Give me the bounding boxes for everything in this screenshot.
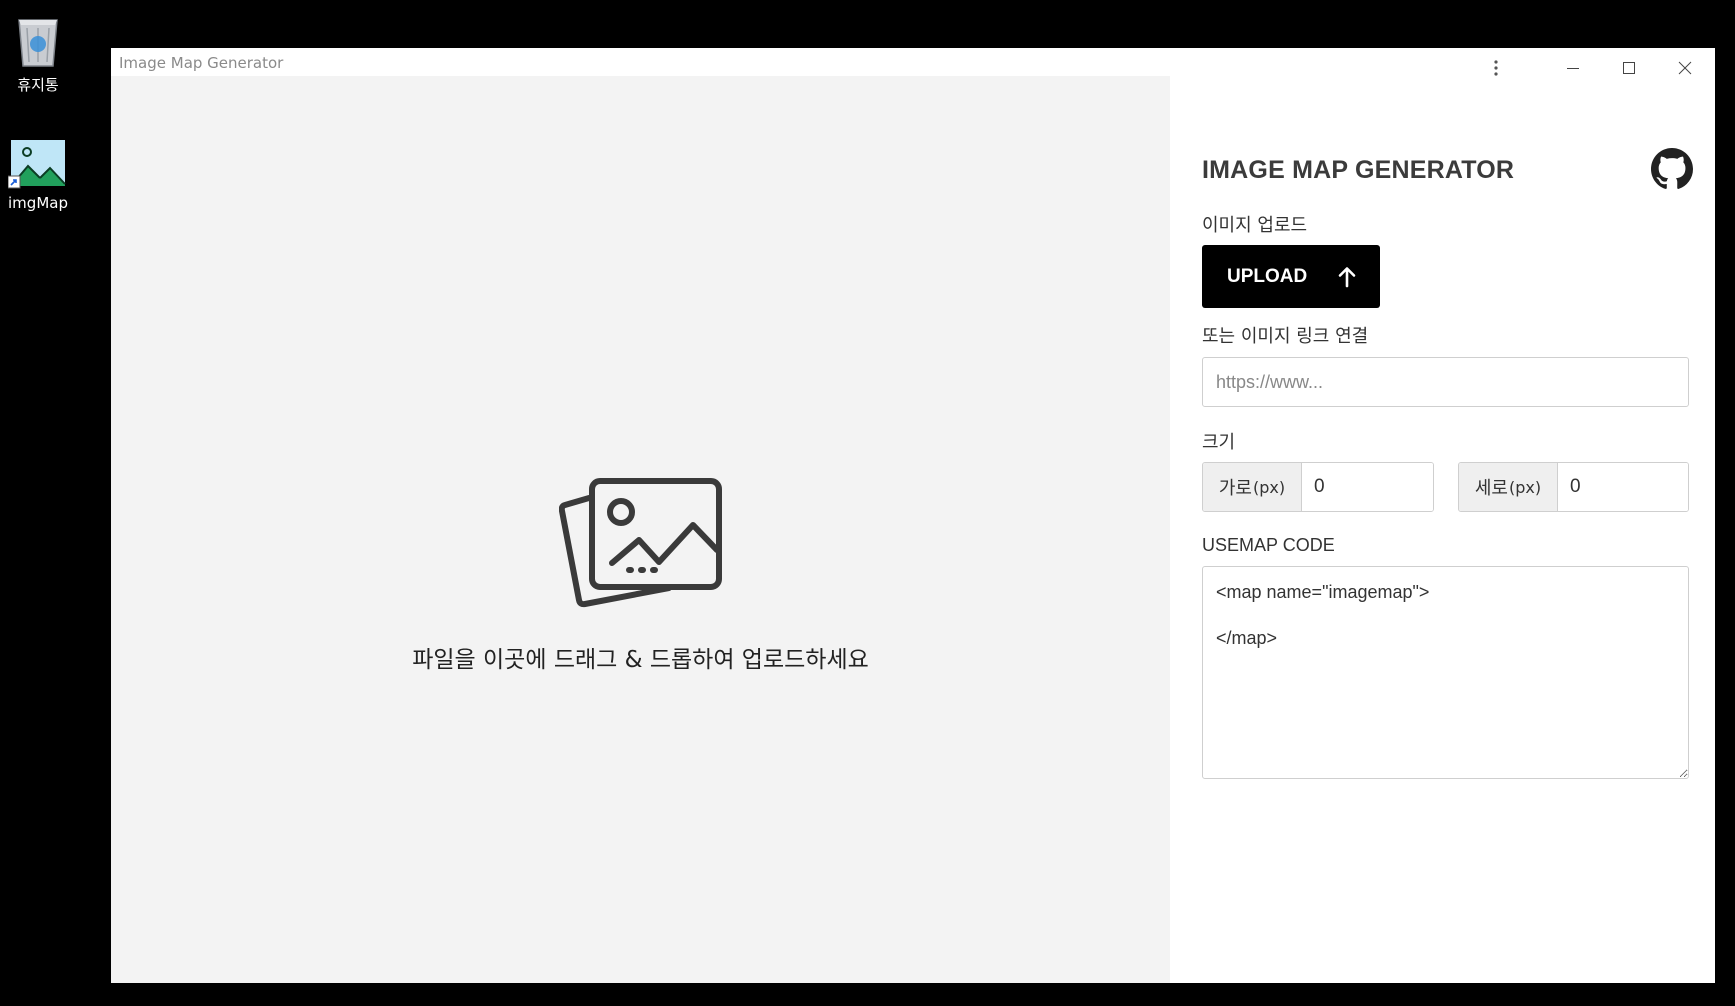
recycle-bin-icon — [18, 19, 58, 67]
imgmap-label: imgMap — [8, 194, 68, 212]
height-unit: (px) — [1509, 477, 1542, 497]
images-icon — [559, 478, 722, 608]
drop-instructions: 파일을 이곳에 드래그 & 드롭하여 업로드하세요 — [412, 647, 869, 673]
image-drop-zone[interactable]: 파일을 이곳에 드래그 & 드롭하여 업로드하세요 — [111, 76, 1170, 983]
height-addon-label: 세로 — [1474, 478, 1508, 499]
app-window: Image Map Generator 파일을 이곳에 드래그 & 드롭하여 업… — [111, 48, 1715, 983]
width-addon-label: 가로 — [1218, 478, 1252, 499]
maximize-icon — [1623, 62, 1635, 74]
app-title: IMAGE MAP GENERATOR — [1202, 156, 1515, 184]
window-title: Image Map Generator — [119, 54, 284, 72]
title-bar[interactable]: Image Map Generator — [111, 48, 1715, 76]
more-icon — [1494, 60, 1498, 76]
settings-panel: IMAGE MAP GENERATOR 이미지 업로드 UPLOAD 또는 이미… — [1170, 76, 1715, 983]
width-input-group: 가로 (px) — [1202, 462, 1434, 512]
width-unit: (px) — [1253, 477, 1286, 497]
recycle-bin-label: 휴지통 — [17, 76, 59, 94]
image-url-input[interactable] — [1202, 357, 1689, 407]
usemap-code-textarea[interactable]: <map name="imagemap"> </map> — [1202, 566, 1689, 779]
imgmap-desktop-icon[interactable]: imgMap — [0, 138, 76, 212]
height-input-group: 세로 (px) — [1458, 462, 1689, 512]
github-icon[interactable] — [1651, 148, 1693, 190]
upload-button[interactable]: UPLOAD — [1202, 245, 1380, 308]
size-label: 크기 — [1202, 432, 1236, 453]
height-input[interactable] — [1558, 463, 1688, 511]
minimize-icon — [1567, 68, 1579, 69]
upload-button-label: UPLOAD — [1227, 265, 1308, 287]
width-input[interactable] — [1302, 463, 1433, 511]
arrow-up-icon — [1338, 266, 1356, 287]
imgmap-app-icon — [8, 140, 66, 189]
close-icon — [1678, 61, 1692, 75]
height-addon: 세로 (px) — [1459, 463, 1558, 511]
usemap-code-label: USEMAP CODE — [1202, 535, 1335, 555]
upload-label: 이미지 업로드 — [1202, 215, 1308, 236]
width-addon: 가로 (px) — [1203, 463, 1302, 511]
recycle-bin-desktop-icon[interactable]: 휴지통 — [0, 12, 76, 95]
image-link-label: 또는 이미지 링크 연결 — [1202, 326, 1369, 347]
